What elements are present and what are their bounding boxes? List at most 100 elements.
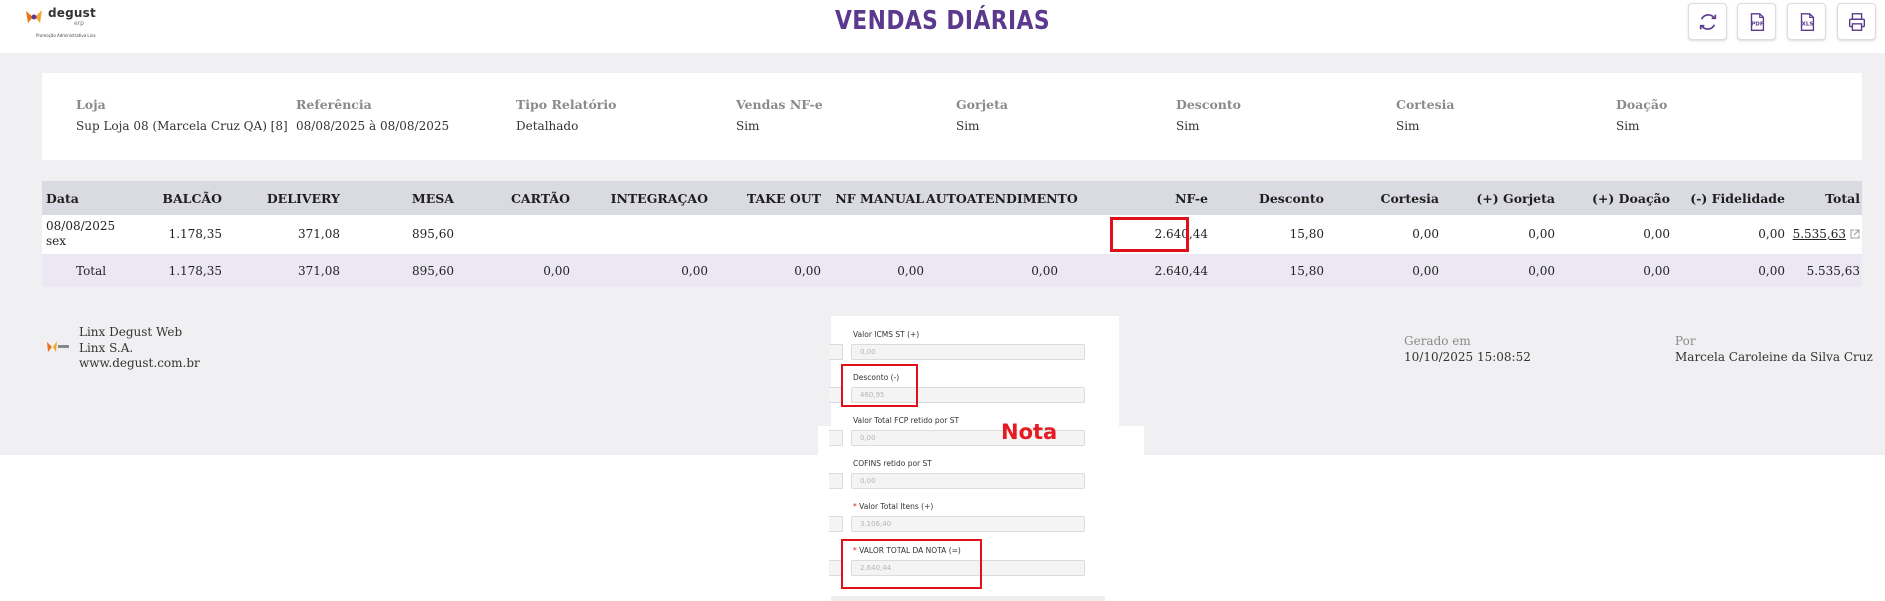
total-cartao: 0,00	[543, 264, 570, 278]
left-column-input	[829, 473, 843, 489]
total-delivery: 371,08	[298, 264, 340, 278]
column-header-integracao[interactable]: INTEGRAÇAO	[611, 191, 708, 206]
cell-cortesia: 0,00	[1412, 227, 1439, 241]
filter-value: Sup Loja 08 (Marcela Cruz QA) [8]	[76, 119, 288, 133]
print-button[interactable]	[1837, 3, 1876, 40]
total-nfe: 2.640,44	[1154, 264, 1208, 278]
filter-label: Referência	[296, 97, 372, 112]
external-link-icon[interactable]	[1850, 229, 1860, 239]
generated-by: Por Marcela Caroleine da Silva Cruz	[1675, 333, 1873, 365]
filter-label: Desconto	[1176, 97, 1241, 112]
filter-value: Sim	[956, 119, 980, 133]
svg-text:XLS: XLS	[1801, 21, 1813, 27]
column-header-balcao[interactable]: BALCÃO	[162, 191, 222, 206]
column-header-data[interactable]: Data	[46, 191, 79, 206]
total-desconto: 15,80	[1289, 264, 1324, 278]
field-label: Valor Total Itens (+)	[859, 502, 934, 511]
filter-cortesia: Cortesia Sim	[1396, 97, 1454, 133]
generated-at: Gerado em 10/10/2025 15:08:52	[1404, 333, 1531, 365]
nfe-highlight-box	[1110, 217, 1189, 252]
field-label: Valor ICMS ST (+)	[853, 330, 920, 339]
filter-label: Gorjeta	[956, 97, 1008, 112]
refresh-button[interactable]	[1688, 3, 1727, 40]
filter-value: Sim	[1396, 119, 1420, 133]
column-header-nfmanual[interactable]: NF MANUAL	[835, 191, 924, 206]
column-header-mesa[interactable]: MESA	[412, 191, 454, 206]
export-xls-button[interactable]: XLS	[1787, 3, 1826, 40]
filter-value: Detalhado	[516, 119, 579, 133]
company-line: Linx S.A.	[79, 340, 134, 355]
desconto-highlight-box	[841, 364, 918, 407]
filter-tipo-relatorio: Tipo Relatório Detalhado	[516, 97, 616, 133]
filter-summary-card: Loja Sup Loja 08 (Marcela Cruz QA) [8] R…	[42, 73, 1862, 160]
filter-label: Loja	[76, 97, 106, 112]
column-header-nfe[interactable]: NF-e	[1175, 191, 1208, 206]
column-header-fidelidade[interactable]: (-) Fidelidade	[1690, 191, 1785, 206]
icms-st-input[interactable]: 0,00	[851, 344, 1085, 360]
filter-value: Sim	[736, 119, 760, 133]
company-info: Linx Degust Web Linx S.A. www.degust.com…	[79, 325, 200, 372]
degust-footer-logo-icon	[47, 341, 69, 352]
cell-total: 5.535,63	[1793, 227, 1860, 241]
field-valor-total-itens: * Valor Total Itens (+) 3.106,40	[829, 502, 1119, 538]
export-pdf-button[interactable]: PDF	[1737, 3, 1776, 40]
degust-bird-icon	[26, 10, 42, 23]
column-header-cartao[interactable]: CARTÃO	[511, 191, 570, 206]
total-balcao: 1.178,35	[168, 264, 222, 278]
generated-label: Gerado em	[1404, 334, 1471, 348]
top-header: degust erp Promoção Administrativa Linx …	[0, 0, 1885, 53]
column-header-cortesia[interactable]: Cortesia	[1381, 191, 1439, 206]
filter-referencia: Referência 08/08/2025 à 08/08/2025	[296, 97, 449, 133]
left-column-input	[829, 516, 843, 532]
page-title: VENDAS DIÁRIAS	[834, 6, 1051, 36]
table-row: 08/08/2025 sex 1.178,35 371,08 895,60 2.…	[42, 215, 1862, 254]
nota-annotation: Nota	[1001, 420, 1058, 444]
filter-gorjeta: Gorjeta Sim	[956, 97, 1008, 133]
total-doacao: 0,00	[1643, 264, 1670, 278]
total-row-label: Total	[76, 264, 107, 278]
degust-logo[interactable]: degust erp Promoção Administrativa Linx	[24, 4, 104, 40]
field-label: COFINS retido por ST	[853, 459, 932, 468]
table-header-row: Data BALCÃO DELIVERY MESA CARTÃO INTEGRA…	[42, 181, 1862, 215]
total-fidelidade: 0,00	[1758, 264, 1785, 278]
filter-value: Sim	[1616, 119, 1640, 133]
total-detail-link[interactable]: 5.535,63	[1793, 227, 1846, 241]
valor-total-itens-input[interactable]: 3.106,40	[851, 516, 1085, 532]
cell-gorjeta: 0,00	[1528, 227, 1555, 241]
table-total-row: Total 1.178,35 371,08 895,60 0,00 0,00 0…	[42, 254, 1862, 287]
required-mark: *	[853, 502, 857, 511]
column-header-gorjeta[interactable]: (+) Gorjeta	[1476, 191, 1555, 206]
column-header-doacao[interactable]: (+) Doação	[1592, 191, 1670, 206]
generated-by-value: Marcela Caroleine da Silva Cruz	[1675, 350, 1873, 364]
filter-loja: Loja Sup Loja 08 (Marcela Cruz QA) [8]	[76, 97, 288, 133]
overlay-bottom-edge	[831, 596, 1105, 601]
pdf-icon: PDF	[1750, 12, 1764, 31]
column-header-delivery[interactable]: DELIVERY	[267, 191, 340, 206]
filter-value: Sim	[1176, 119, 1200, 133]
left-column-input	[829, 430, 843, 446]
left-column-input	[829, 344, 843, 360]
column-header-takeout[interactable]: TAKE OUT	[747, 191, 821, 206]
column-header-autoatendimento[interactable]: AUTOATENDIMENTO	[926, 191, 1078, 206]
filter-label: Cortesia	[1396, 97, 1455, 112]
print-icon	[1848, 12, 1865, 31]
row-weekday: sex	[46, 234, 67, 248]
row-date-value: 08/08/2025	[46, 219, 116, 233]
refresh-icon	[1699, 13, 1716, 30]
filter-label: Doação	[1616, 97, 1668, 112]
cofins-st-input[interactable]: 0,00	[851, 473, 1085, 489]
field-icms-st: Valor ICMS ST (+) 0,00	[829, 330, 1119, 366]
company-website: www.degust.com.br	[79, 356, 200, 370]
logo-name: degust	[48, 6, 96, 20]
total-autoatendimento: 0,00	[1031, 264, 1058, 278]
cell-mesa: 895,60	[412, 227, 454, 241]
cell-balcao: 1.178,35	[168, 227, 222, 241]
column-header-total[interactable]: Total	[1825, 191, 1860, 206]
filter-desconto: Desconto Sim	[1176, 97, 1241, 133]
filter-label: Vendas NF-e	[736, 97, 823, 112]
filter-vendas-nfe: Vendas NF-e Sim	[736, 97, 823, 133]
column-header-desconto[interactable]: Desconto	[1259, 191, 1324, 206]
total-grand: 5.535,63	[1806, 264, 1860, 278]
total-integracao: 0,00	[681, 264, 708, 278]
filter-doacao: Doação Sim	[1616, 97, 1667, 133]
